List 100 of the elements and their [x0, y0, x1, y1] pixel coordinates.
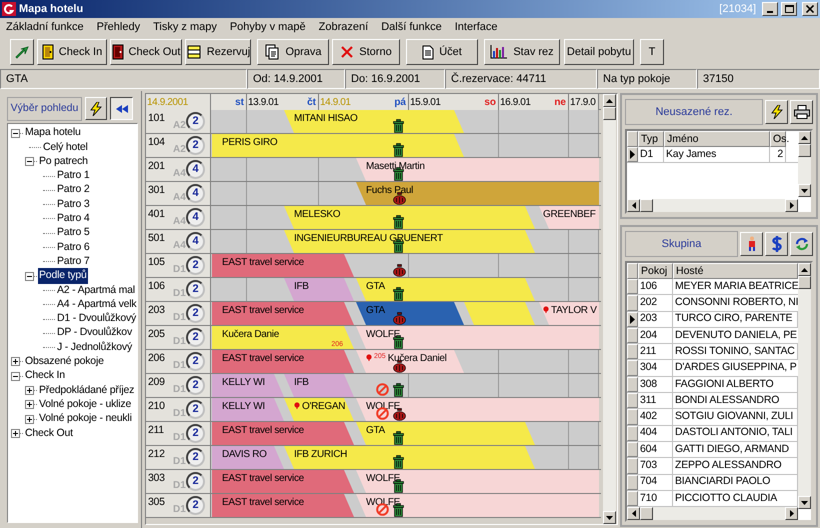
scroll-right-button[interactable] — [785, 199, 798, 212]
tree-item[interactable]: Podle typů — [38, 268, 88, 284]
row-indicator[interactable] — [627, 312, 638, 327]
collapse-toggle[interactable] — [11, 372, 20, 381]
collapse-toggle[interactable] — [25, 272, 34, 281]
column-header[interactable]: Typ — [638, 131, 664, 147]
booking-bar[interactable]: WOLFE — [356, 326, 599, 349]
room-label[interactable]: 303 D1 2 — [146, 470, 211, 493]
booking-bar[interactable]: EAST travel service — [212, 350, 354, 373]
toolbar-button[interactable]: Stav rez — [484, 39, 560, 65]
maximize-button[interactable] — [781, 2, 797, 16]
room-label[interactable]: 501 A4 4 — [146, 230, 211, 253]
booking-bar[interactable]: DAVIS RO — [212, 446, 284, 469]
booking-bar[interactable]: GTA — [356, 422, 535, 445]
booking-bar[interactable]: TAYLOR V — [539, 302, 599, 325]
scroll-up-button[interactable] — [798, 263, 811, 276]
menu-item[interactable]: Tisky z mapy — [153, 19, 217, 36]
booking-bar[interactable]: EAST travel service — [212, 470, 354, 493]
expand-toggle[interactable] — [11, 428, 20, 438]
booking-bar[interactable]: INGENIEURBUREAU GRUENERT — [284, 230, 535, 253]
menu-item[interactable]: Pohyby v mapě — [230, 19, 306, 36]
tree-item[interactable]: Check In — [24, 368, 66, 384]
booking-bar[interactable]: KELLY WI — [212, 398, 284, 421]
horizontal-scrollbar[interactable] — [627, 199, 798, 212]
scroll-up-button[interactable] — [603, 94, 616, 107]
tree-item[interactable]: Celý hotel — [42, 140, 89, 156]
room-label[interactable]: 210 D1 2 — [146, 398, 211, 421]
tree-item[interactable]: Volné pokoje - uklize — [38, 396, 132, 413]
dollar-button[interactable] — [765, 232, 788, 256]
toolbar-button[interactable]: Rezervuj — [185, 39, 251, 65]
booking-bar[interactable]: MELESKO — [284, 206, 535, 229]
scroll-up-button[interactable] — [798, 131, 811, 144]
column-header[interactable]: Os. — [770, 131, 786, 147]
scroll-left-button[interactable] — [627, 199, 640, 212]
room-label[interactable]: 401 A4 4 — [146, 206, 211, 229]
tree-item[interactable]: Patro 6 — [56, 240, 90, 256]
scroll-thumb[interactable] — [798, 276, 811, 289]
vertical-scrollbar[interactable] — [798, 263, 811, 509]
expand-toggle[interactable] — [25, 400, 34, 410]
tree-item[interactable]: A4 - Apartmá velk — [56, 296, 137, 313]
menu-item[interactable]: Další funkce — [381, 19, 442, 36]
scroll-left-button[interactable] — [627, 507, 640, 520]
booking-bar[interactable]: EAST travel service — [212, 422, 354, 445]
back-button[interactable] — [10, 39, 34, 65]
view-select-button[interactable]: Výběr pohledu — [7, 96, 82, 120]
scroll-thumb[interactable] — [603, 107, 616, 120]
vertical-scrollbar[interactable] — [603, 94, 616, 524]
tree-item[interactable]: Patro 1 — [56, 168, 90, 184]
room-label[interactable]: 203 D1 2 — [146, 302, 211, 325]
tree-item[interactable]: Patro 4 — [56, 211, 90, 227]
booking-bar[interactable]: IFB — [284, 278, 354, 301]
tree-item[interactable]: DP - Dvoulůžkov — [56, 325, 134, 342]
lightning-button[interactable] — [765, 100, 788, 124]
menu-item[interactable]: Základní funkce — [6, 19, 84, 36]
room-label[interactable]: 211 D1 2 — [146, 422, 211, 445]
booking-bar[interactable]: O'REGAN — [284, 398, 354, 421]
toolbar-button[interactable]: Účet — [406, 39, 478, 65]
scroll-down-button[interactable] — [603, 511, 616, 524]
tree-item[interactable]: Obsazené pokoje — [24, 354, 105, 370]
scroll-thumb[interactable] — [640, 199, 653, 212]
booking-bar[interactable]: Fuchs Paul — [356, 182, 599, 205]
minimize-button[interactable] — [762, 2, 778, 16]
booking-bar[interactable]: MITANI HISAO — [284, 110, 464, 133]
collapse-toggle[interactable] — [25, 157, 34, 166]
scroll-down-button[interactable] — [798, 496, 811, 509]
toolbar-button[interactable]: Check Out — [110, 39, 182, 65]
tree-item[interactable]: J - Jednolůžkový — [56, 340, 134, 356]
booking-bar[interactable]: EAST travel service — [212, 494, 354, 517]
room-label[interactable]: 106 D1 2 — [146, 278, 211, 301]
column-header[interactable]: Hosté — [673, 263, 798, 279]
tree-item[interactable]: D1 - Dvoulůžkový — [56, 311, 137, 327]
booking-bar[interactable]: IFB — [284, 374, 354, 397]
menu-item[interactable]: Přehledy — [96, 19, 140, 36]
horizontal-scrollbar[interactable] — [627, 507, 798, 520]
expand-toggle[interactable] — [25, 414, 34, 424]
tree-item[interactable]: Patro 3 — [56, 196, 90, 213]
room-label[interactable]: 212 D1 2 — [146, 446, 211, 469]
expand-toggle[interactable] — [25, 386, 34, 395]
tree-item[interactable]: Patro 7 — [56, 254, 90, 270]
scroll-thumb[interactable] — [798, 144, 811, 157]
toolbar-button[interactable]: Storno — [332, 39, 400, 65]
menu-item[interactable]: Zobrazení — [318, 19, 368, 36]
toolbar-button[interactable]: Detail pobytu — [564, 39, 634, 65]
collapse-toggle[interactable] — [11, 128, 20, 138]
booking-bar[interactable]: GREENBEF — [539, 206, 599, 229]
print-button[interactable] — [790, 100, 813, 124]
room-label[interactable]: 205 D1 2 — [146, 326, 211, 349]
scroll-down-button[interactable] — [798, 184, 811, 197]
column-header[interactable]: Pokoj — [638, 263, 673, 279]
refresh-button[interactable] — [790, 232, 813, 256]
room-label[interactable]: 101 A2 2 — [146, 110, 211, 133]
booking-bar[interactable]: GTA — [356, 278, 535, 301]
room-label[interactable]: 305 D1 2 — [146, 494, 211, 517]
room-label[interactable]: 201 A4 4 — [146, 158, 211, 181]
scroll-right-button[interactable] — [785, 507, 798, 520]
room-label[interactable]: 206 D1 2 — [146, 350, 211, 373]
toolbar-button[interactable]: Oprava — [257, 39, 329, 65]
booking-bar[interactable]: IFB ZURICH — [284, 446, 535, 469]
scroll-thumb[interactable] — [640, 507, 653, 520]
vertical-scrollbar[interactable] — [798, 131, 811, 197]
